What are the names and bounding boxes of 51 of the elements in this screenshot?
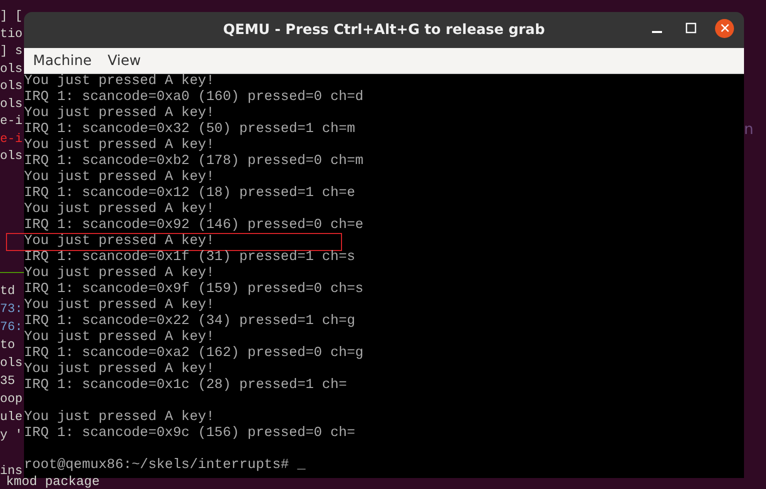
console-line: IRQ 1: scancode=0xa0 (160) pressed=0 ch=d [24, 90, 364, 105]
terminal-text: y ' [0, 426, 23, 444]
terminal-text: ins [0, 462, 23, 478]
menu-item[interactable]: Machine [33, 52, 92, 68]
console-line: IRQ 1: scancode=0x92 (146) pressed=0 ch=e [24, 218, 364, 233]
terminal-text: oop [0, 390, 23, 408]
terminal-text: ols [0, 148, 23, 165]
console-line: IRQ 1: scancode=0x9c (156) pressed=0 ch= [24, 426, 356, 441]
terminal-text: ols [0, 96, 23, 112]
console-line: You just pressed A key! [24, 330, 214, 345]
console-line: You just pressed A key! [24, 298, 214, 313]
terminal-text: n [744, 120, 754, 138]
terminal-text: 35 [0, 372, 16, 390]
terminal-text: kmod package [6, 475, 100, 489]
console-line: IRQ 1: scancode=0xa2 (162) pressed=0 ch=g [24, 346, 364, 361]
terminal-text: to [0, 336, 16, 354]
console-line: IRQ 1: scancode=0x1c (28) pressed=1 ch= [24, 378, 347, 393]
console-line: IRQ 1: scancode=0x22 (34) pressed=1 ch=g [24, 314, 356, 329]
maximize-icon [685, 22, 697, 34]
terminal-text: ols [0, 78, 23, 95]
terminal-text: tio [0, 26, 23, 42]
terminal-text: e-i [0, 130, 23, 148]
menu-item[interactable]: View [108, 52, 141, 68]
console-line: You just pressed A key! [24, 266, 214, 281]
console-line: You just pressed A key! [24, 410, 214, 425]
console-line: IRQ 1: scancode=0xb2 (178) pressed=0 ch=m [24, 154, 364, 169]
console-line: IRQ 1: scancode=0x12 (18) pressed=1 ch=e [24, 186, 356, 201]
console-line: You just pressed A key! [24, 138, 214, 153]
console-line: IRQ 1: scancode=0x9f (159) pressed=0 ch=s [24, 282, 364, 297]
console-line: You just pressed A key! [24, 106, 214, 121]
terminal-text: e-i [0, 113, 23, 130]
terminal-text: ] [ [0, 8, 23, 25]
terminal-text: ols [0, 60, 23, 78]
terminal-text: ule [0, 408, 23, 426]
console-line: You just pressed A key! [24, 202, 214, 217]
console-line: root@qemux86:~/skels/interrupts# _ [24, 458, 306, 473]
console-line: IRQ 1: scancode=0x32 (50) pressed=1 ch=m [24, 122, 356, 137]
terminal-text: 76: [0, 318, 23, 336]
console-line: You just pressed A key! [24, 362, 214, 377]
close-button[interactable] [715, 18, 734, 38]
close-icon [720, 23, 730, 33]
terminal-text: td [0, 282, 16, 300]
console-line: You just pressed A key! [24, 170, 214, 185]
window-title: QEMU - Press Ctrl+Alt+G to release grab [223, 22, 545, 38]
console-line: You just pressed A key! [24, 234, 214, 249]
console-line: You just pressed A key! [24, 74, 214, 89]
terminal-text: ] s [0, 43, 23, 60]
terminal-text: ols [0, 354, 23, 372]
minimize-icon [652, 31, 662, 33]
terminal-text: 73: [0, 300, 23, 318]
console-line: IRQ 1: scancode=0x1f (31) pressed=1 ch=s [24, 250, 356, 265]
